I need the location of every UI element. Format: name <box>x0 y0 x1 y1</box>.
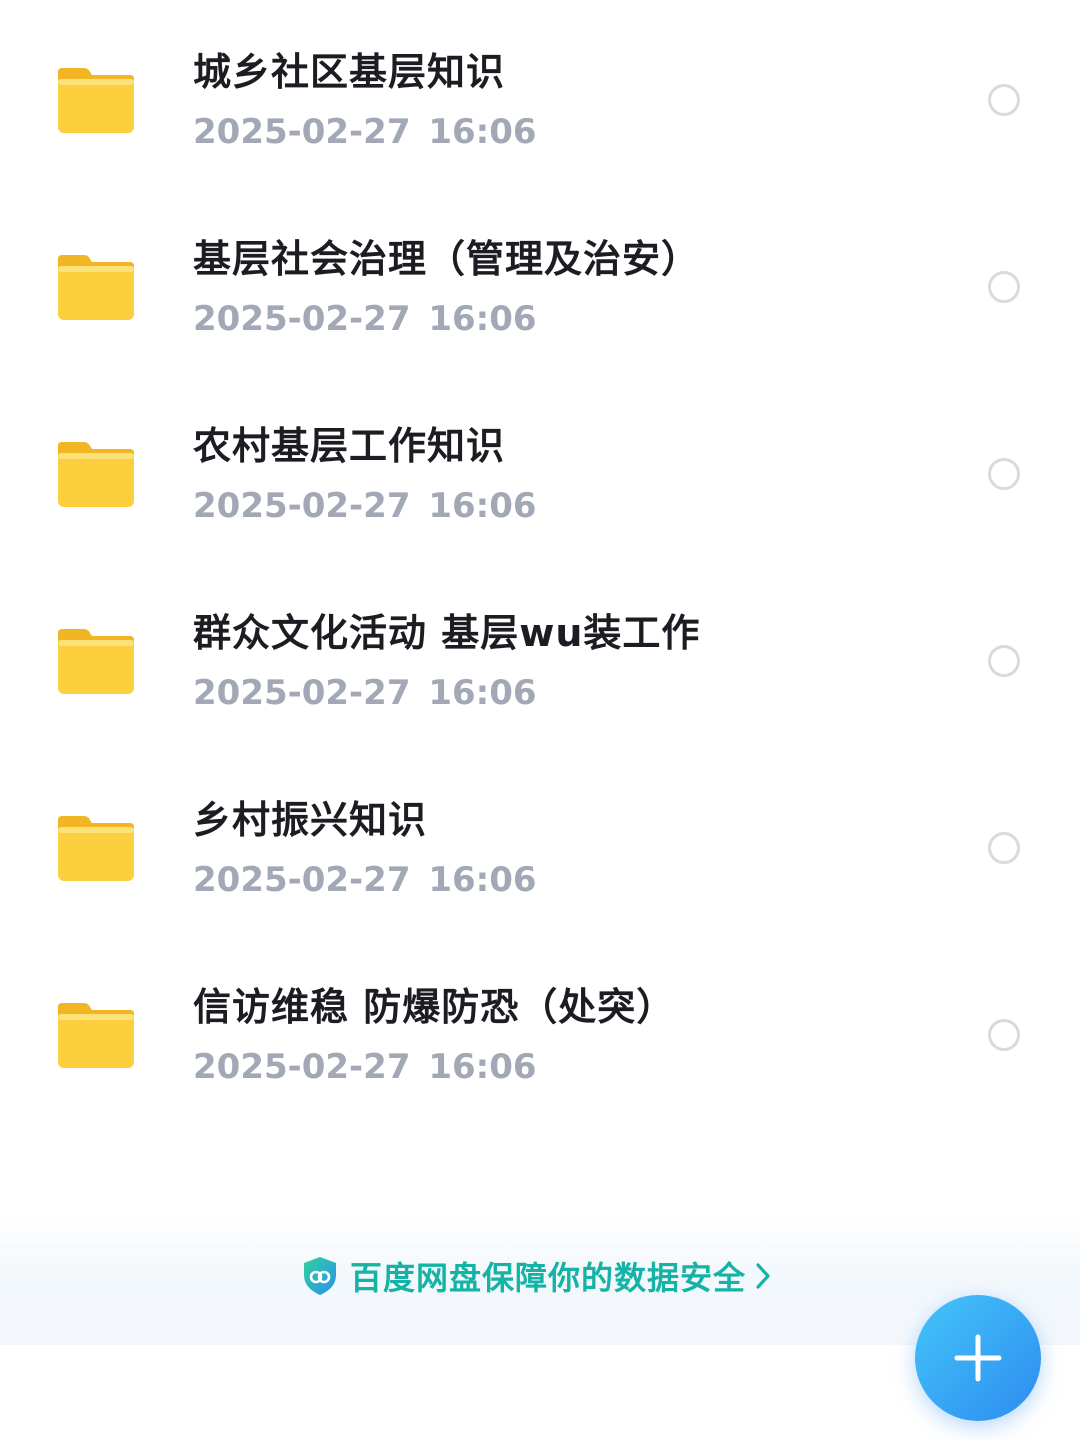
folder-icon <box>56 999 136 1069</box>
file-row[interactable]: 农村基层工作知识 2025-02-27 16:06 <box>0 374 1080 561</box>
security-banner-link[interactable]: 百度网盘保障你的数据安全 <box>302 1254 772 1298</box>
file-date: 2025-02-27 16:06 <box>193 1047 537 1087</box>
file-row[interactable]: 信访维稳 防爆防恐（处突） 2025-02-27 16:06 <box>0 935 1080 1122</box>
folder-icon <box>56 438 136 508</box>
file-row[interactable]: 群众文化活动 基层wu装工作 2025-02-27 16:06 <box>0 561 1080 748</box>
file-date: 2025-02-27 16:06 <box>193 860 537 900</box>
file-name: 基层社会治理（管理及治安） <box>193 237 701 281</box>
file-name: 群众文化活动 基层wu装工作 <box>193 611 701 655</box>
folder-icon <box>56 64 136 134</box>
file-row[interactable]: 基层社会治理（管理及治安） 2025-02-27 16:06 <box>0 187 1080 374</box>
file-name: 乡村振兴知识 <box>193 798 428 842</box>
file-row[interactable]: 城乡社区基层知识 2025-02-27 16:06 <box>0 0 1080 187</box>
folder-icon <box>56 251 136 321</box>
select-checkbox[interactable] <box>988 458 1020 490</box>
file-date: 2025-02-27 16:06 <box>193 673 537 713</box>
plus-icon <box>954 1334 1002 1382</box>
folder-icon <box>56 625 136 695</box>
select-checkbox[interactable] <box>988 832 1020 864</box>
add-button[interactable] <box>915 1295 1041 1421</box>
file-row[interactable]: 乡村振兴知识 2025-02-27 16:06 <box>0 748 1080 935</box>
chevron-right-icon <box>756 1263 770 1289</box>
file-date: 2025-02-27 16:06 <box>193 112 537 152</box>
shield-icon <box>304 1257 336 1295</box>
file-name: 信访维稳 防爆防恐（处突） <box>193 985 676 1029</box>
file-name: 农村基层工作知识 <box>193 424 506 468</box>
security-text: 百度网盘保障你的数据安全 <box>350 1259 747 1297</box>
select-checkbox[interactable] <box>988 271 1020 303</box>
select-checkbox[interactable] <box>988 84 1020 116</box>
folder-icon <box>56 812 136 882</box>
file-name: 城乡社区基层知识 <box>193 50 506 94</box>
file-date: 2025-02-27 16:06 <box>193 486 537 526</box>
select-checkbox[interactable] <box>988 645 1020 677</box>
select-checkbox[interactable] <box>988 1019 1020 1051</box>
file-date: 2025-02-27 16:06 <box>193 299 537 339</box>
